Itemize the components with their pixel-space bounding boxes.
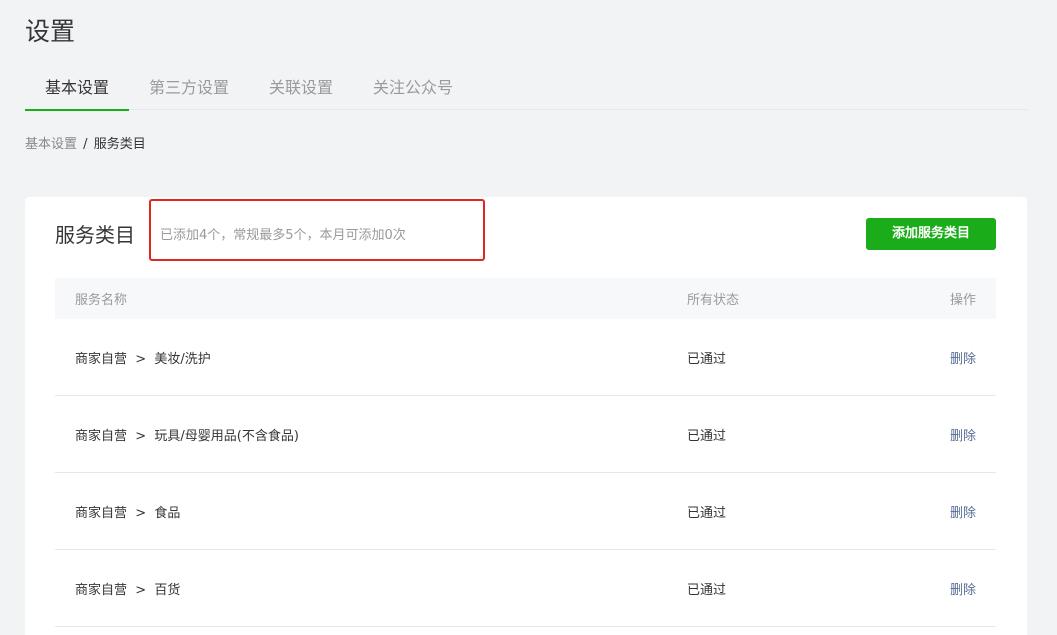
status-cell: 已通过 (687, 351, 727, 367)
section-title: 服务类目 (55, 223, 135, 247)
service-name-cell: 商家自营 > 美妆/洗护 (75, 351, 211, 367)
service-category-table: 服务名称 所有状态 操作 商家自营 > 美妆/洗护 已通过 删除 商家自营 > … (55, 278, 996, 627)
tab-basic-settings[interactable]: 基本设置 (25, 70, 130, 111)
delete-link[interactable]: 删除 (950, 352, 976, 367)
service-name-cell: 商家自营 > 玩具/母婴用品(不含食品) (75, 428, 299, 444)
delete-link[interactable]: 删除 (950, 506, 976, 521)
settings-page: 设置 基本设置 第三方设置 关联设置 关注公众号 基本设置 / 服务类目 服务类… (0, 0, 1057, 635)
delete-link[interactable]: 删除 (950, 583, 976, 598)
table-header: 服务名称 所有状态 操作 (55, 278, 996, 319)
table-row: 商家自营 > 玩具/母婴用品(不含食品) 已通过 删除 (55, 396, 996, 473)
header-operation: 操作 (949, 293, 976, 308)
tab-follow-official-account[interactable]: 关注公众号 (353, 70, 473, 110)
breadcrumb-current: 服务类目 (93, 137, 146, 152)
breadcrumb: 基本设置 / 服务类目 (25, 136, 146, 154)
breadcrumb-separator: / (83, 137, 88, 152)
service-name-cell: 商家自营 > 百货 (75, 582, 181, 598)
delete-link[interactable]: 删除 (950, 429, 976, 444)
status-cell: 已通过 (687, 428, 727, 444)
service-name-cell: 商家自营 > 食品 (75, 505, 181, 521)
add-service-category-button[interactable]: 添加服务类目 (866, 218, 996, 250)
service-category-card: 服务类目 已添加4个，常规最多5个，本月可添加0次 添加服务类目 服务名称 所有… (25, 197, 1027, 635)
tab-third-party-settings[interactable]: 第三方设置 (129, 70, 249, 110)
status-cell: 已通过 (687, 505, 727, 521)
header-service-name: 服务名称 (75, 293, 128, 308)
quota-tip: 已添加4个，常规最多5个，本月可添加0次 (160, 228, 406, 243)
settings-tabs: 基本设置 第三方设置 关联设置 关注公众号 (25, 70, 1027, 111)
status-cell: 已通过 (687, 582, 727, 598)
table-row: 商家自营 > 美妆/洗护 已通过 删除 (55, 319, 996, 396)
table-row: 商家自营 > 食品 已通过 删除 (55, 473, 996, 550)
breadcrumb-parent-link[interactable]: 基本设置 (25, 137, 77, 152)
tab-linked-settings[interactable]: 关联设置 (249, 70, 353, 110)
page-title: 设置 (25, 17, 76, 46)
header-status-filter[interactable]: 所有状态 (687, 289, 887, 308)
table-row: 商家自营 > 百货 已通过 删除 (55, 550, 996, 627)
